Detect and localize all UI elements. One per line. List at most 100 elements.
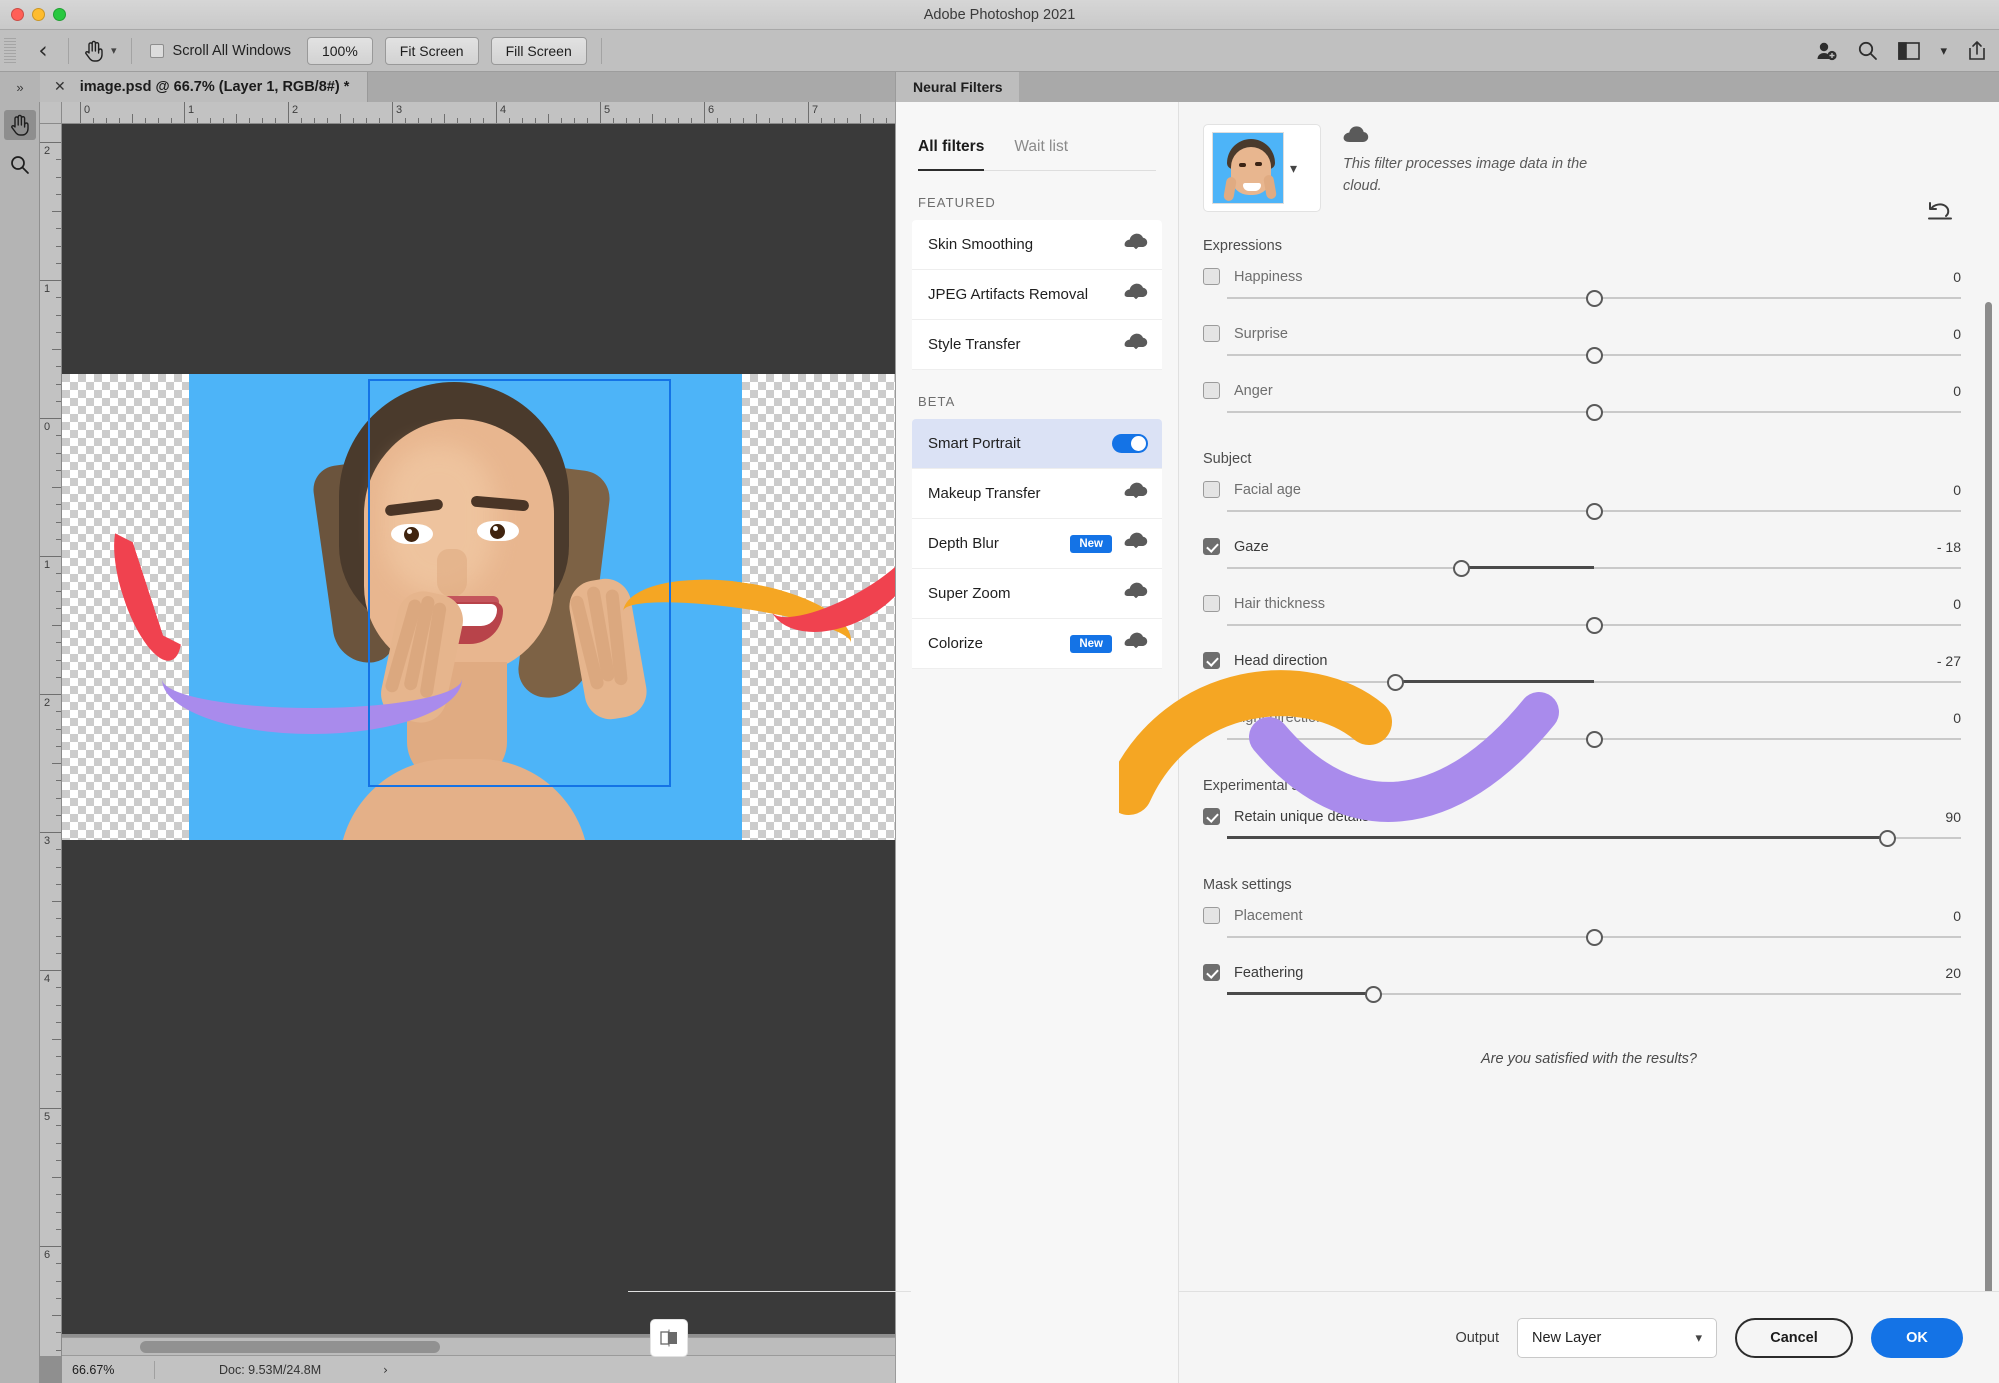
horizontal-ruler[interactable]: 01234567 bbox=[62, 102, 895, 124]
cloud-download-icon[interactable] bbox=[1124, 531, 1148, 556]
slider-knob[interactable] bbox=[1586, 929, 1603, 946]
filter-row-colorize[interactable]: ColorizeNew bbox=[912, 619, 1162, 669]
slider-track-facial-age[interactable] bbox=[1227, 498, 1961, 524]
search-icon[interactable] bbox=[1857, 40, 1878, 61]
checkbox-feathering[interactable] bbox=[1203, 964, 1220, 981]
vertical-ruler[interactable]: 210123456 bbox=[40, 124, 62, 1356]
slider-rail bbox=[1227, 681, 1961, 683]
share-export-icon[interactable] bbox=[1967, 40, 1987, 61]
output-label: Output bbox=[1455, 1330, 1499, 1346]
slider-track-retain-unique-details[interactable] bbox=[1227, 825, 1961, 851]
filter-row-super-zoom[interactable]: Super Zoom bbox=[912, 569, 1162, 619]
ruler-minor-tick bbox=[249, 118, 250, 123]
cancel-button[interactable]: Cancel bbox=[1735, 1318, 1853, 1358]
filter-row-depth-blur[interactable]: Depth BlurNew bbox=[912, 519, 1162, 569]
document-tab[interactable]: ✕ image.psd @ 66.7% (Layer 1, RGB/8#) * bbox=[40, 72, 368, 102]
cloud-download-icon[interactable] bbox=[1124, 481, 1148, 506]
zoom-100-button[interactable]: 100% bbox=[307, 37, 373, 65]
checkbox-placement[interactable] bbox=[1203, 907, 1220, 924]
filter-toggle[interactable] bbox=[1112, 434, 1148, 453]
hand-tool[interactable] bbox=[4, 110, 36, 140]
checkbox-surprise[interactable] bbox=[1203, 325, 1220, 342]
slider-knob[interactable] bbox=[1586, 503, 1603, 520]
workspace-icon[interactable] bbox=[1898, 42, 1920, 60]
slider-track-anger[interactable] bbox=[1227, 399, 1961, 425]
checkbox-anger[interactable] bbox=[1203, 382, 1220, 399]
filter-row-smart-portrait[interactable]: Smart Portrait bbox=[912, 419, 1162, 469]
checkbox-retain-unique-details[interactable] bbox=[1203, 808, 1220, 825]
filter-row-style-transfer[interactable]: Style Transfer bbox=[912, 320, 1162, 370]
scroll-all-windows-checkbox[interactable]: Scroll All Windows bbox=[140, 43, 301, 59]
slider-knob[interactable] bbox=[1586, 731, 1603, 748]
before-after-preview-icon[interactable] bbox=[650, 1319, 688, 1357]
ruler-minor-tick bbox=[262, 118, 263, 123]
cloud-download-icon[interactable] bbox=[1124, 581, 1148, 606]
ruler-minor-tick bbox=[223, 118, 224, 123]
cloud-download-icon[interactable] bbox=[1124, 282, 1148, 307]
filter-row-skin-smoothing[interactable]: Skin Smoothing bbox=[912, 220, 1162, 270]
slider-value: - 18 bbox=[1937, 539, 1961, 555]
divider bbox=[601, 38, 602, 64]
fit-screen-button[interactable]: Fit Screen bbox=[385, 37, 479, 65]
double-chevron-icon[interactable]: » bbox=[0, 72, 40, 102]
slider-knob[interactable] bbox=[1586, 347, 1603, 364]
fill-screen-button[interactable]: Fill Screen bbox=[491, 37, 587, 65]
artboard[interactable] bbox=[62, 124, 895, 1334]
filter-row-jpeg-artifacts-removal[interactable]: JPEG Artifacts Removal bbox=[912, 270, 1162, 320]
checkbox-box[interactable] bbox=[150, 44, 164, 58]
tab-wait-list[interactable]: Wait list bbox=[1014, 138, 1068, 171]
reset-undo-icon[interactable] bbox=[1927, 198, 1953, 225]
ruler-minor-tick bbox=[52, 1315, 61, 1316]
ruler-minor-tick bbox=[431, 118, 432, 123]
slider-track-happiness[interactable] bbox=[1227, 285, 1961, 311]
checkbox-head-direction[interactable] bbox=[1203, 652, 1220, 669]
slider-knob[interactable] bbox=[1879, 830, 1896, 847]
slider-track-placement[interactable] bbox=[1227, 924, 1961, 950]
ruler-minor-tick bbox=[56, 384, 61, 385]
slider-label: Hair thickness bbox=[1234, 596, 1939, 612]
checkbox-facial-age[interactable] bbox=[1203, 481, 1220, 498]
settings-scrollbar[interactable] bbox=[1985, 302, 1992, 1302]
slider-knob[interactable] bbox=[1586, 617, 1603, 634]
slider-knob[interactable] bbox=[1365, 986, 1382, 1003]
status-expand-icon[interactable]: › bbox=[383, 1363, 388, 1377]
slider-track-gaze[interactable] bbox=[1227, 555, 1961, 581]
checkbox-happiness[interactable] bbox=[1203, 268, 1220, 285]
cloud-download-icon[interactable] bbox=[1124, 232, 1148, 257]
share-user-icon[interactable] bbox=[1815, 40, 1837, 62]
slider-track-hair-thickness[interactable] bbox=[1227, 612, 1961, 638]
slider-knob[interactable] bbox=[1453, 560, 1470, 577]
slider-knob[interactable] bbox=[1387, 674, 1404, 691]
ruler-minor-tick bbox=[405, 118, 406, 123]
checkbox-light-direction[interactable] bbox=[1203, 709, 1220, 726]
scrollbar-thumb[interactable] bbox=[140, 1341, 440, 1353]
slider-knob[interactable] bbox=[1586, 290, 1603, 307]
checkbox-gaze[interactable] bbox=[1203, 538, 1220, 555]
slider-track-head-direction[interactable] bbox=[1227, 669, 1961, 695]
zoom-tool[interactable] bbox=[4, 150, 36, 180]
chevron-down-icon[interactable]: ▾ bbox=[1940, 43, 1947, 59]
slider-track-light-direction[interactable] bbox=[1227, 726, 1961, 752]
tab-all-filters[interactable]: All filters bbox=[918, 138, 984, 171]
ok-button[interactable]: OK bbox=[1871, 1318, 1963, 1358]
options-bar-grip[interactable] bbox=[4, 38, 16, 64]
output-select[interactable]: New Layer ▾ bbox=[1517, 1318, 1717, 1358]
slider-knob[interactable] bbox=[1586, 404, 1603, 421]
chevron-down-icon[interactable]: ▾ bbox=[111, 44, 117, 57]
filter-row-makeup-transfer[interactable]: Makeup Transfer bbox=[912, 469, 1162, 519]
slider-track-feathering[interactable] bbox=[1227, 981, 1961, 1007]
cloud-download-icon[interactable] bbox=[1124, 332, 1148, 357]
portrait-thumbnail[interactable]: ▾ bbox=[1203, 124, 1321, 212]
cloud-download-icon[interactable] bbox=[1124, 631, 1148, 656]
back-arrow-icon[interactable]: ‹ bbox=[26, 36, 60, 66]
status-zoom-level[interactable]: 66.67% bbox=[62, 1363, 154, 1377]
hand-tool-icon[interactable]: ▾ bbox=[77, 39, 123, 63]
ruler-minor-tick bbox=[119, 118, 120, 123]
tab-neural-filters[interactable]: Neural Filters bbox=[896, 72, 1019, 102]
slider-track-surprise[interactable] bbox=[1227, 342, 1961, 368]
filter-list-column: All filters Wait list FEATUREDSkin Smoot… bbox=[896, 102, 1179, 1383]
checkbox-hair-thickness[interactable] bbox=[1203, 595, 1220, 612]
close-icon[interactable]: ✕ bbox=[54, 79, 66, 95]
ruler-minor-tick bbox=[56, 297, 61, 298]
chevron-down-icon[interactable]: ▾ bbox=[1290, 160, 1297, 177]
